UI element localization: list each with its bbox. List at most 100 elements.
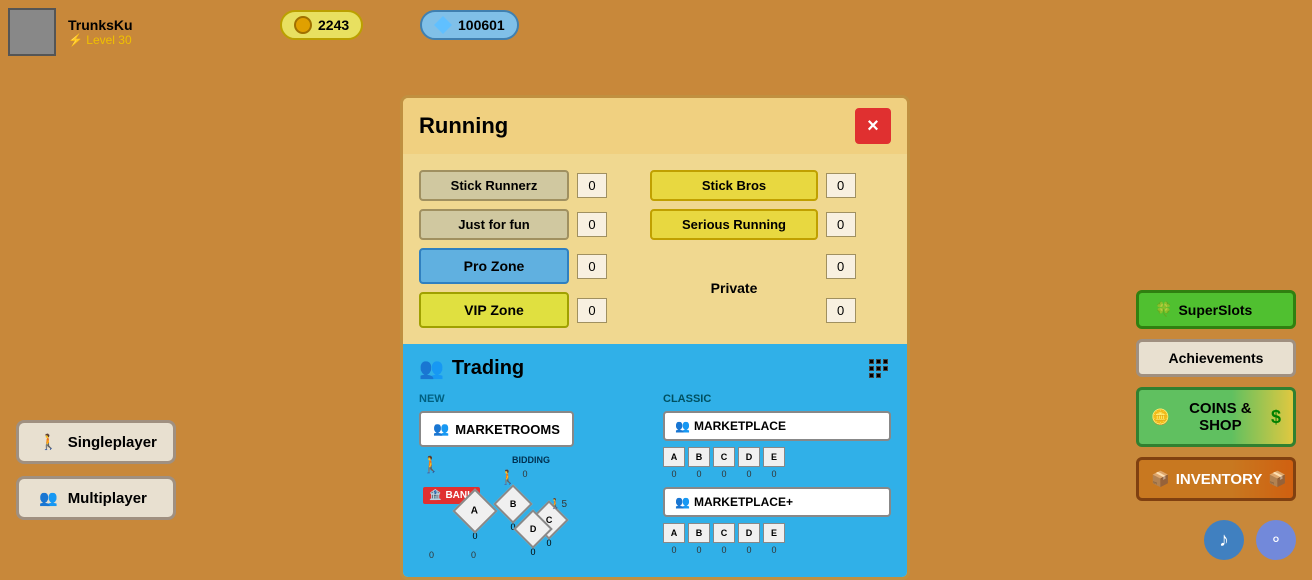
marketplace-num-row: 0 0 0 0 0	[663, 469, 891, 479]
marketplace-label: MARKETPLACE	[694, 419, 786, 433]
coins-shop-button[interactable]: 🪙 COINS & SHOP $	[1136, 387, 1296, 447]
slot-c1[interactable]: C	[713, 447, 735, 467]
trading-content: NEW 👥 MARKETROOMS 🏦 BANK 🚶	[419, 393, 891, 565]
slot-b1[interactable]: B	[688, 447, 710, 467]
slot-num-4: 0	[738, 469, 760, 479]
trading-icon: 👥	[419, 356, 444, 381]
slot-num-3: 0	[713, 469, 735, 479]
new-section: NEW 👥 MARKETROOMS 🏦 BANK 🚶	[419, 393, 647, 565]
marketplace-button[interactable]: 👥 MARKETPLACE	[663, 411, 891, 441]
marketplace-plus-button[interactable]: 👥 MARKETPLACE+	[663, 487, 891, 517]
slot-d1[interactable]: D	[738, 447, 760, 467]
coin-shop-icon: 🪙	[1151, 408, 1170, 426]
slot-num-p2: 0	[688, 545, 710, 555]
slot-b2[interactable]: B	[688, 523, 710, 543]
just-for-fun-button[interactable]: Just for fun	[419, 209, 569, 240]
inventory-icon-left: 📦	[1151, 470, 1170, 488]
close-button[interactable]: ×	[855, 108, 891, 144]
multiplayer-icon: 👥	[39, 489, 58, 507]
gold-badge: 2243	[280, 10, 363, 40]
bottom-icons: ♪ ⚬	[1204, 520, 1296, 560]
pro-zone-label: Pro Zone	[464, 258, 525, 274]
modal-title: Running	[419, 113, 508, 139]
marketplace-plus-icon: 👥	[675, 495, 690, 509]
slot-num-p5: 0	[763, 545, 785, 555]
inventory-button[interactable]: 📦 INVENTORY 📦	[1136, 457, 1296, 501]
dollar-icon: $	[1271, 407, 1281, 428]
slot-e2[interactable]: E	[763, 523, 785, 543]
slot-a1[interactable]: A	[663, 447, 685, 467]
left-panel: 🚶 Singleplayer 👥 Multiplayer	[16, 420, 176, 520]
classic-label: CLASSIC	[663, 393, 891, 405]
singleplayer-icon: 🚶	[39, 433, 58, 451]
slot-num-5: 0	[763, 469, 785, 479]
just-for-fun-label: Just for fun	[458, 217, 530, 232]
bank-area: 🏦 BANK 🚶 A 0 BIDDING	[419, 455, 647, 565]
slot-num-p1: 0	[663, 545, 685, 555]
coin-icon	[294, 16, 312, 34]
marketrooms-button[interactable]: 👥 MARKETROOMS	[419, 411, 574, 447]
bidding-label: BIDDING	[499, 455, 563, 465]
music-icon: ♪	[1219, 529, 1229, 552]
gold-amount: 2243	[318, 17, 349, 33]
modal-header: Running ×	[403, 98, 907, 154]
bank-bottom-num: 0	[429, 550, 434, 560]
bank-stickman: 🚶	[421, 455, 441, 475]
marketrooms-icon: 👥	[433, 421, 449, 437]
serious-running-button[interactable]: Serious Running	[650, 209, 817, 240]
bank-bottom-num2: 0	[471, 550, 476, 560]
singleplayer-label: Singleplayer	[68, 434, 157, 451]
discord-icon: ⚬	[1269, 530, 1282, 550]
stick-bros-input[interactable]	[826, 173, 856, 198]
stick-runnerz-input[interactable]	[577, 173, 607, 198]
running-options: Stick Runnerz Stick Bros Just for fun Se…	[403, 154, 907, 344]
slot-d2[interactable]: D	[738, 523, 760, 543]
avatar	[8, 8, 56, 56]
top-bar: TrunksKu Level 30	[8, 8, 133, 56]
pro-zone-input[interactable]	[577, 254, 607, 279]
private-label: Private	[650, 280, 817, 296]
running-modal: Running × Stick Runnerz Stick Bros Just …	[400, 95, 910, 580]
achievements-label: Achievements	[1169, 350, 1264, 366]
vip-zone-input[interactable]	[577, 298, 607, 323]
stickman-count-icon: 🚶	[549, 499, 561, 510]
grid-options-icon	[869, 359, 891, 378]
singleplayer-button[interactable]: 🚶 Singleplayer	[16, 420, 176, 464]
inventory-icon-right: 📦	[1268, 470, 1287, 488]
private-input[interactable]	[826, 254, 856, 279]
slot-c2[interactable]: C	[713, 523, 735, 543]
gem-badge: 100601	[420, 10, 519, 40]
superslots-button[interactable]: 🍀 SuperSlots	[1136, 290, 1296, 329]
marketplace-slots-row: A B C D E	[663, 447, 891, 467]
private-input-2[interactable]	[826, 298, 856, 323]
vip-zone-button[interactable]: VIP Zone	[419, 292, 569, 328]
pro-zone-button[interactable]: Pro Zone	[419, 248, 569, 284]
stick-runnerz-button[interactable]: Stick Runnerz	[419, 170, 569, 201]
slot-num-1: 0	[663, 469, 685, 479]
classic-section: CLASSIC 👥 MARKETPLACE A B C D E 0 0 0	[663, 393, 891, 565]
stick-bros-button[interactable]: Stick Bros	[650, 170, 817, 201]
gem-amount: 100601	[458, 17, 505, 33]
multiplayer-button[interactable]: 👥 Multiplayer	[16, 476, 176, 520]
slot-a2[interactable]: A	[663, 523, 685, 543]
new-label: NEW	[419, 393, 647, 405]
achievements-button[interactable]: Achievements	[1136, 339, 1296, 377]
right-panel: 🍀 SuperSlots Achievements 🪙 COINS & SHOP…	[1136, 290, 1296, 501]
diamond-bank-a: A 0	[459, 495, 491, 541]
superslots-icon: 🍀	[1155, 301, 1172, 318]
just-for-fun-input[interactable]	[577, 212, 607, 237]
close-icon: ×	[867, 115, 879, 138]
slot-e1[interactable]: E	[763, 447, 785, 467]
stick-runnerz-label: Stick Runnerz	[451, 178, 538, 193]
slot-num-p4: 0	[738, 545, 760, 555]
music-button[interactable]: ♪	[1204, 520, 1244, 560]
trading-label: Trading	[452, 357, 524, 380]
marketplace-plus-slots-row: A B C D E	[663, 523, 891, 543]
serious-running-input[interactable]	[826, 212, 856, 237]
slot-num-p3: 0	[713, 545, 735, 555]
discord-button[interactable]: ⚬	[1256, 520, 1296, 560]
trading-header: 👥 Trading	[419, 356, 891, 381]
serious-running-label: Serious Running	[682, 217, 786, 232]
stick-bros-label: Stick Bros	[702, 178, 766, 193]
marketplace-plus-num-row: 0 0 0 0 0	[663, 545, 891, 555]
